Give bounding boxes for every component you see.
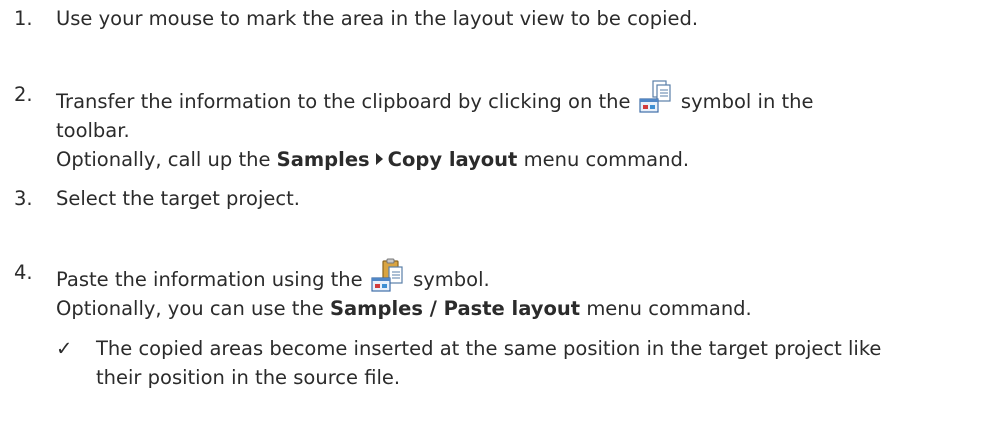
copy-layout-icon <box>639 80 673 114</box>
step-text: Paste the information using the <box>56 268 363 291</box>
step-number: 4. <box>14 261 33 284</box>
step-text: menu command. <box>523 148 690 171</box>
result-text: their position in the source file. <box>96 366 401 389</box>
step-text: Use your mouse to mark the area in the l… <box>56 7 699 30</box>
paste-layout-icon <box>371 258 405 292</box>
step-text: toolbar. <box>56 119 130 142</box>
step-text: Optionally, you can use the <box>56 297 324 320</box>
step-number: 1. <box>14 7 33 30</box>
step-number: 3. <box>14 187 33 210</box>
step-number: 2. <box>14 83 33 106</box>
menu-path-copy-layout: Copy layout <box>387 148 518 171</box>
step-text: Optionally, call up the <box>56 148 271 171</box>
step-text: symbol. <box>413 268 490 291</box>
step-text: Select the target project. <box>56 187 300 210</box>
result-text: The copied areas become inserted at the … <box>96 337 882 360</box>
step-text: menu command. <box>586 297 752 320</box>
step-text: Transfer the information to the clipboar… <box>56 90 631 113</box>
menu-path-samples: Samples <box>276 148 370 171</box>
instruction-page: 1. Use your mouse to mark the area in th… <box>0 0 1008 426</box>
menu-path-paste-layout: Samples / Paste layout <box>329 297 581 320</box>
menu-arrow-icon <box>375 153 383 165</box>
step-text: symbol in the <box>680 90 814 113</box>
checkmark-icon: ✓ <box>56 337 73 360</box>
